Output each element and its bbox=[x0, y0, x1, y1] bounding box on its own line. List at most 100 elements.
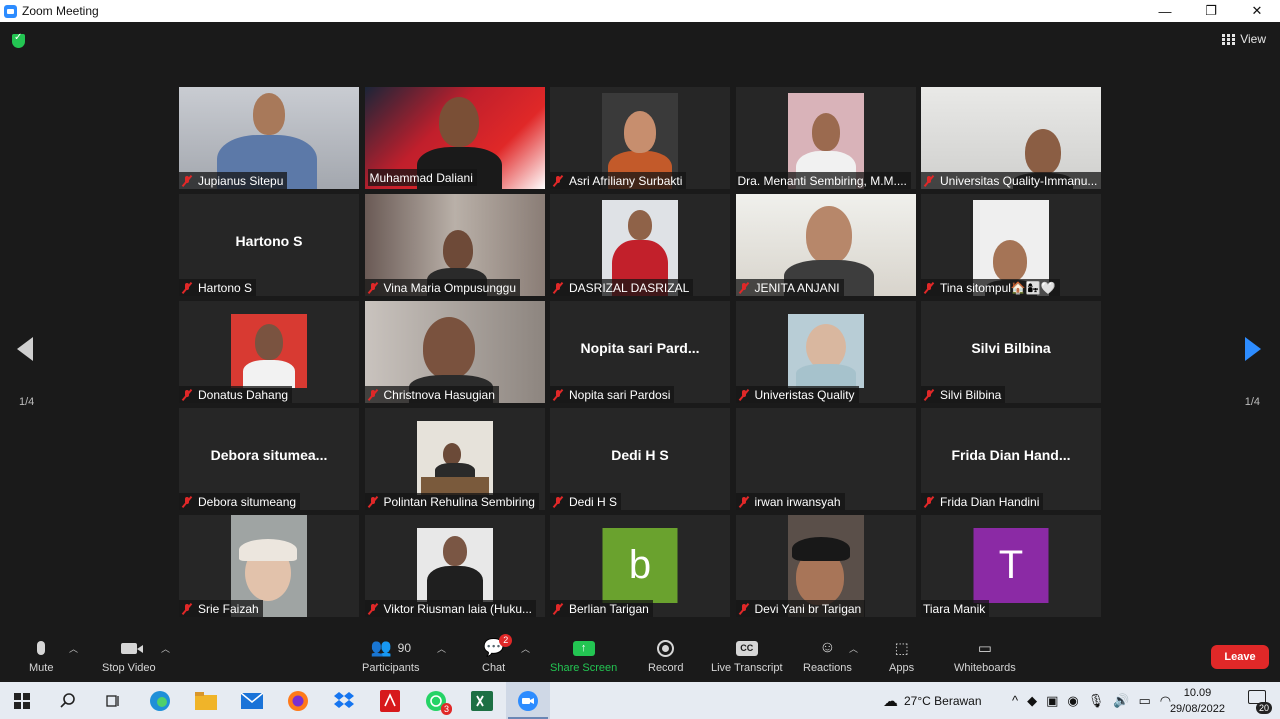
speaker-volume-icon[interactable]: 🔊 bbox=[1113, 693, 1129, 709]
participant-tile[interactable]: Debora situmea... Debora situmeang bbox=[179, 408, 359, 510]
clock-time: 10.09 bbox=[1183, 687, 1212, 699]
participant-tile[interactable]: Srie Faizah bbox=[179, 515, 359, 617]
participant-tile-active-speaker[interactable]: Muhammad Daliani bbox=[364, 87, 545, 189]
participant-tile[interactable]: Christnova Hasugian bbox=[364, 301, 545, 403]
participant-tile[interactable]: b Berlian Tarigan bbox=[550, 515, 730, 617]
muted-mic-icon bbox=[181, 603, 193, 615]
camera-tray-icon[interactable]: ◉ bbox=[1067, 693, 1078, 709]
participant-tile[interactable]: Silvi Bilbina Silvi Bilbina bbox=[921, 301, 1101, 403]
network-app-icon[interactable]: ◆ bbox=[1027, 693, 1037, 709]
excel-icon[interactable] bbox=[470, 689, 494, 713]
smiley-plus-icon: ☺ bbox=[819, 639, 836, 656]
participant-tile[interactable]: Universitas Quality-Immanu... bbox=[921, 87, 1101, 189]
previous-page-arrow-icon[interactable] bbox=[17, 337, 33, 361]
participant-tile[interactable]: Dedi H S Dedi H S bbox=[550, 408, 730, 510]
participant-tile[interactable]: Devi Yani br Tarigan bbox=[735, 515, 916, 617]
weather-widget[interactable]: ☁ 27°C Berawan bbox=[883, 682, 982, 719]
participant-tile[interactable]: Univeristas Quality bbox=[735, 301, 916, 403]
apps-button[interactable]: ⬚ Apps bbox=[889, 636, 914, 674]
whatsapp-icon[interactable]: 3 bbox=[424, 689, 452, 715]
participant-tile[interactable]: Nopita sari Pard... Nopita sari Pardosi bbox=[550, 301, 730, 403]
participant-name-bar: Jupianus Sitepu bbox=[179, 172, 288, 189]
participant-name-bar: Silvi Bilbina bbox=[921, 386, 1006, 403]
taskbar-clock[interactable]: 10.09 29/08/2022 bbox=[1170, 685, 1225, 717]
muted-mic-icon bbox=[367, 282, 379, 294]
share-screen-arrow-icon: ↑ bbox=[572, 640, 595, 656]
participant-name-bar: Donatus Dahang bbox=[179, 386, 293, 403]
closed-caption-icon: CC bbox=[735, 640, 758, 656]
show-hidden-icons-chevron-icon[interactable]: ^ bbox=[1012, 693, 1018, 708]
notification-center-icon[interactable]: 20 bbox=[1248, 690, 1272, 714]
chat-button[interactable]: 💬 2 Chat bbox=[482, 634, 513, 674]
close-icon[interactable]: ✕ bbox=[1234, 0, 1280, 22]
firefox-icon[interactable] bbox=[286, 689, 310, 713]
stop-video-button[interactable]: Stop Video bbox=[102, 636, 156, 674]
participant-name: Vina Maria Ompusunggu bbox=[383, 280, 517, 295]
participant-name-bar: Polintan Rehulina Sembiring bbox=[364, 493, 539, 510]
file-explorer-icon[interactable] bbox=[194, 689, 218, 713]
participant-tile[interactable]: Polintan Rehulina Sembiring bbox=[364, 408, 545, 510]
edge-browser-icon[interactable] bbox=[148, 689, 172, 713]
mute-button[interactable]: Mute bbox=[29, 636, 53, 674]
zoom-taskbar-icon[interactable] bbox=[516, 689, 540, 713]
participant-name-bar: JENITA ANJANI bbox=[735, 279, 844, 296]
participant-name: Hartono S bbox=[198, 280, 253, 295]
participant-tile[interactable]: irwan irwansyah bbox=[735, 408, 916, 510]
page-indicator-left: 1/4 bbox=[19, 396, 35, 408]
participant-tile[interactable]: Tina sitompul🏠👩‍👧🤍 bbox=[921, 194, 1101, 296]
reactions-button[interactable]: ☺ Reactions bbox=[803, 636, 852, 674]
chat-options-caret-icon[interactable]: ︿ bbox=[521, 642, 530, 655]
participant-tile[interactable]: T Tiara Manik bbox=[921, 515, 1101, 617]
participant-tile[interactable]: DASRIZAL DASRIZAL bbox=[550, 194, 730, 296]
participant-video bbox=[787, 314, 864, 388]
share-screen-label: Share Screen bbox=[550, 662, 618, 674]
participant-tile[interactable]: JENITA ANJANI bbox=[735, 194, 916, 296]
task-view-icon[interactable] bbox=[101, 689, 125, 713]
participant-tile[interactable]: Dra. Menanti Sembiring, M.M.... bbox=[735, 87, 916, 189]
view-button[interactable]: View bbox=[1222, 32, 1266, 46]
minimize-icon[interactable]: — bbox=[1142, 0, 1188, 22]
reactions-options-caret-icon[interactable]: ︿ bbox=[849, 642, 858, 655]
participant-name-bar: Devi Yani br Tarigan bbox=[735, 600, 866, 617]
window-title: Zoom Meeting bbox=[22, 4, 99, 18]
share-screen-button[interactable]: ↑ Share Screen bbox=[550, 636, 617, 674]
windows-start-icon[interactable] bbox=[10, 689, 34, 713]
participant-name: Tiara Manik bbox=[923, 601, 986, 616]
participant-tile[interactable]: Jupianus Sitepu bbox=[179, 87, 359, 189]
audio-options-caret-icon[interactable]: ︿ bbox=[69, 642, 78, 655]
participant-tile[interactable]: Hartono S Hartono S bbox=[179, 194, 359, 296]
participant-gallery: Jupianus Sitepu Muhammad Daliani Asri Af… bbox=[179, 87, 1101, 617]
restore-icon[interactable]: ❐ bbox=[1188, 0, 1234, 22]
participant-name: Asri Afriliany Surbakti bbox=[569, 173, 683, 188]
participant-tile[interactable]: Asri Afriliany Surbakti bbox=[550, 87, 730, 189]
meeting-area: View 1/4 1/4 Jupianus Sitepu Muhammad Da… bbox=[0, 22, 1280, 632]
mail-icon[interactable] bbox=[240, 689, 264, 713]
participant-tile[interactable]: Vina Maria Ompusunggu bbox=[364, 194, 545, 296]
participant-tile[interactable]: Viktor Riusman laia (Huku... bbox=[364, 515, 545, 617]
next-page-arrow-icon[interactable] bbox=[1245, 337, 1261, 361]
whiteboards-button[interactable]: ▭ Whiteboards bbox=[954, 636, 1016, 674]
microphone-tray-icon[interactable]: 🎙 bbox=[1088, 693, 1105, 709]
encryption-shield-icon[interactable] bbox=[12, 32, 25, 48]
record-label: Record bbox=[648, 662, 684, 674]
muted-mic-icon bbox=[181, 282, 193, 294]
participant-tile[interactable]: Donatus Dahang bbox=[179, 301, 359, 403]
acrobat-reader-icon[interactable] bbox=[378, 689, 402, 713]
record-button[interactable]: Record bbox=[648, 636, 683, 674]
search-icon[interactable] bbox=[56, 689, 80, 713]
participant-name-bar: DASRIZAL DASRIZAL bbox=[550, 279, 694, 296]
device-icon[interactable]: ▣ bbox=[1046, 693, 1058, 709]
participants-options-caret-icon[interactable]: ︿ bbox=[437, 642, 446, 655]
dropbox-icon[interactable] bbox=[332, 689, 356, 713]
participant-tile[interactable]: Frida Dian Hand... Frida Dian Handini bbox=[921, 408, 1101, 510]
live-transcript-button[interactable]: CC Live Transcript bbox=[711, 636, 783, 674]
leave-button[interactable]: Leave bbox=[1211, 645, 1269, 669]
participant-name: Polintan Rehulina Sembiring bbox=[383, 494, 535, 509]
video-options-caret-icon[interactable]: ︿ bbox=[161, 642, 170, 655]
participant-name: JENITA ANJANI bbox=[754, 280, 840, 295]
participant-name-bar: Muhammad Daliani bbox=[367, 169, 477, 186]
participants-button[interactable]: 👥 90 Participants bbox=[362, 636, 419, 674]
battery-icon[interactable]: ▭ bbox=[1138, 693, 1150, 709]
participant-name: Dra. Menanti Sembiring, M.M.... bbox=[737, 173, 907, 188]
participants-label: Participants bbox=[362, 662, 420, 674]
